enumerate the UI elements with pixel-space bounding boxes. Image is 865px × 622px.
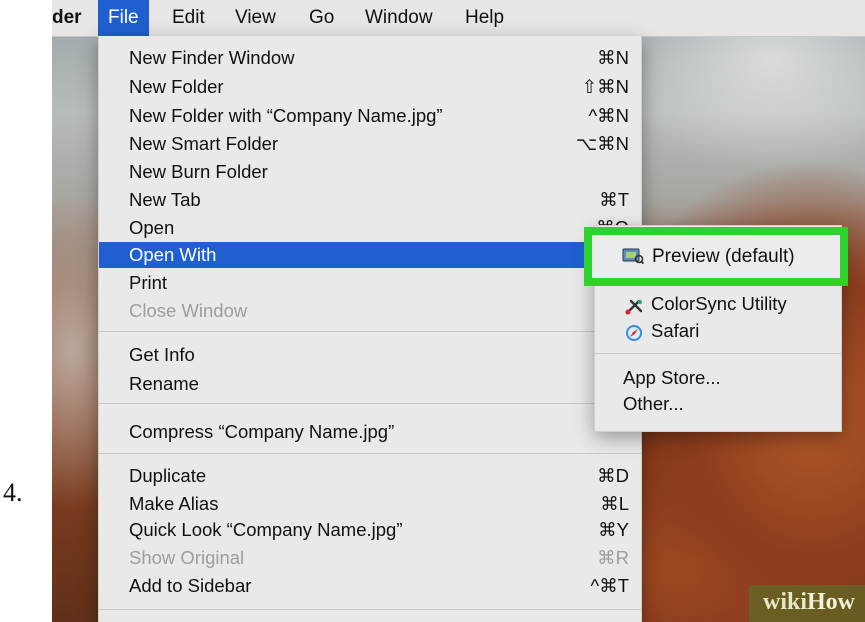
submenu-item-colorsync[interactable]: ColorSync Utility (595, 291, 841, 317)
safari-icon (625, 323, 643, 341)
menu-item-new-burn-folder[interactable]: New Burn Folder (99, 160, 641, 184)
menu-item-shortcut: ^⌘N (588, 105, 629, 126)
submenu-item-safari[interactable]: Safari (595, 318, 841, 344)
step-number: 4. (3, 478, 23, 507)
menu-item-shortcut: ⌘Y (598, 519, 629, 540)
menubar-help[interactable]: Help (465, 0, 504, 36)
menu-item-shortcut: ⌘N (597, 47, 629, 68)
submenu-item-other[interactable]: Other... (595, 391, 841, 417)
submenu-item-label: Other... (623, 393, 684, 414)
menu-item-duplicate[interactable]: Duplicate ⌘D (99, 464, 641, 488)
menu-item-compress[interactable]: Compress “Company Name.jpg” (99, 420, 641, 444)
menu-item-shortcut: ^⌘T (590, 575, 629, 596)
menu-item-make-alias[interactable]: Make Alias ⌘L (99, 492, 641, 516)
menu-item-label: Compress “Company Name.jpg” (129, 421, 395, 442)
menu-bar: der File Edit View Go Window Help (52, 0, 865, 37)
menu-item-get-info[interactable]: Get Info⌘I (99, 343, 641, 367)
menubar-edit[interactable]: Edit (172, 0, 205, 36)
submenu-separator (595, 353, 841, 354)
menu-separator (99, 609, 641, 610)
menu-item-label: Duplicate (129, 465, 207, 486)
menubar-window[interactable]: Window (365, 0, 433, 36)
menu-item-label: Open With (129, 244, 217, 265)
menu-item-label: Quick Look “Company Name.jpg” (129, 519, 403, 540)
menu-item-shortcut: ⌘L (600, 493, 629, 514)
submenu-item-label: Preview (default) (652, 246, 795, 267)
menu-separator (99, 331, 641, 332)
menu-item-show-original: Show Original ⌘R (99, 546, 641, 570)
menu-item-label: Get Info (129, 344, 195, 365)
file-menu: New Finder Window ⌘N New Folder ⇧⌘N New Fo… (98, 36, 642, 622)
menu-item-quick-look[interactable]: Quick Look “Company Name.jpg” ⌘Y (99, 518, 641, 542)
submenu-item-app-store[interactable]: App Store... (595, 365, 841, 391)
menu-item-close-window: Close Window⌘W (99, 299, 641, 323)
colorsync-icon (625, 296, 643, 315)
menu-item-new-tab[interactable]: New Tab ⌘T (99, 188, 641, 212)
menu-item-label: Make Alias (129, 493, 219, 514)
menu-item-shortcut: ⌘T (599, 189, 629, 210)
menu-item-label: Close Window (129, 300, 248, 321)
menu-item-label: Rename (129, 373, 199, 394)
submenu-item-label: ColorSync Utility (651, 293, 787, 314)
menu-item-new-folder[interactable]: New Folder ⇧⌘N (99, 75, 641, 99)
menu-item-label: New Folder with “Company Name.jpg” (129, 105, 443, 126)
menu-item-label: New Tab (129, 189, 201, 210)
menu-item-shortcut: ⇧⌘N (581, 76, 629, 97)
menu-item-shortcut: ⌘D (597, 465, 629, 486)
watermark-prefix: wiki (762, 589, 807, 615)
menu-item-shortcut: ⌥⌘N (575, 133, 629, 154)
menu-item-new-folder-with-selection[interactable]: New Folder with “Company Name.jpg” ^⌘N (99, 104, 641, 128)
menu-item-rename[interactable]: Rename (99, 372, 641, 396)
menu-separator (99, 453, 641, 454)
menu-separator (99, 403, 641, 404)
menubar-file[interactable]: File (98, 0, 149, 36)
menubar-go[interactable]: Go (309, 0, 334, 36)
submenu-item-label: Safari (651, 320, 700, 341)
menu-item-open-with[interactable]: Open With (99, 242, 641, 268)
menu-item-label: New Finder Window (129, 47, 295, 68)
menu-item-new-finder-window[interactable]: New Finder Window ⌘N (99, 46, 641, 70)
menu-item-new-smart-folder[interactable]: New Smart Folder ⌥⌘N (99, 132, 641, 156)
menu-item-label: New Burn Folder (129, 161, 268, 182)
menu-item-label: Print (129, 272, 168, 293)
menu-item-print[interactable]: Print⌘P (99, 271, 641, 295)
menu-item-label: Open (129, 217, 175, 238)
menu-item-open[interactable]: Open⌘O (99, 216, 641, 240)
wikihow-watermark: wikiHow (748, 585, 865, 622)
menu-item-label: New Smart Folder (129, 133, 279, 154)
watermark-suffix: How (807, 589, 855, 615)
submenu-item-label: App Store... (623, 367, 721, 388)
menu-item-label: New Folder (129, 76, 224, 97)
submenu-item-preview-default[interactable]: Preview (default) (584, 227, 848, 286)
preview-icon (622, 247, 645, 265)
menu-item-add-to-sidebar[interactable]: Add to Sidebar ^⌘T (99, 574, 641, 598)
menubar-app-name[interactable]: der (52, 0, 82, 36)
menu-item-label: Show Original (129, 547, 245, 568)
menubar-view[interactable]: View (235, 0, 276, 36)
desktop-screen: der File Edit View Go Window Help New Fi… (52, 0, 865, 622)
menu-item-shortcut: ⌘R (597, 547, 629, 568)
menu-item-label: Add to Sidebar (129, 575, 252, 596)
